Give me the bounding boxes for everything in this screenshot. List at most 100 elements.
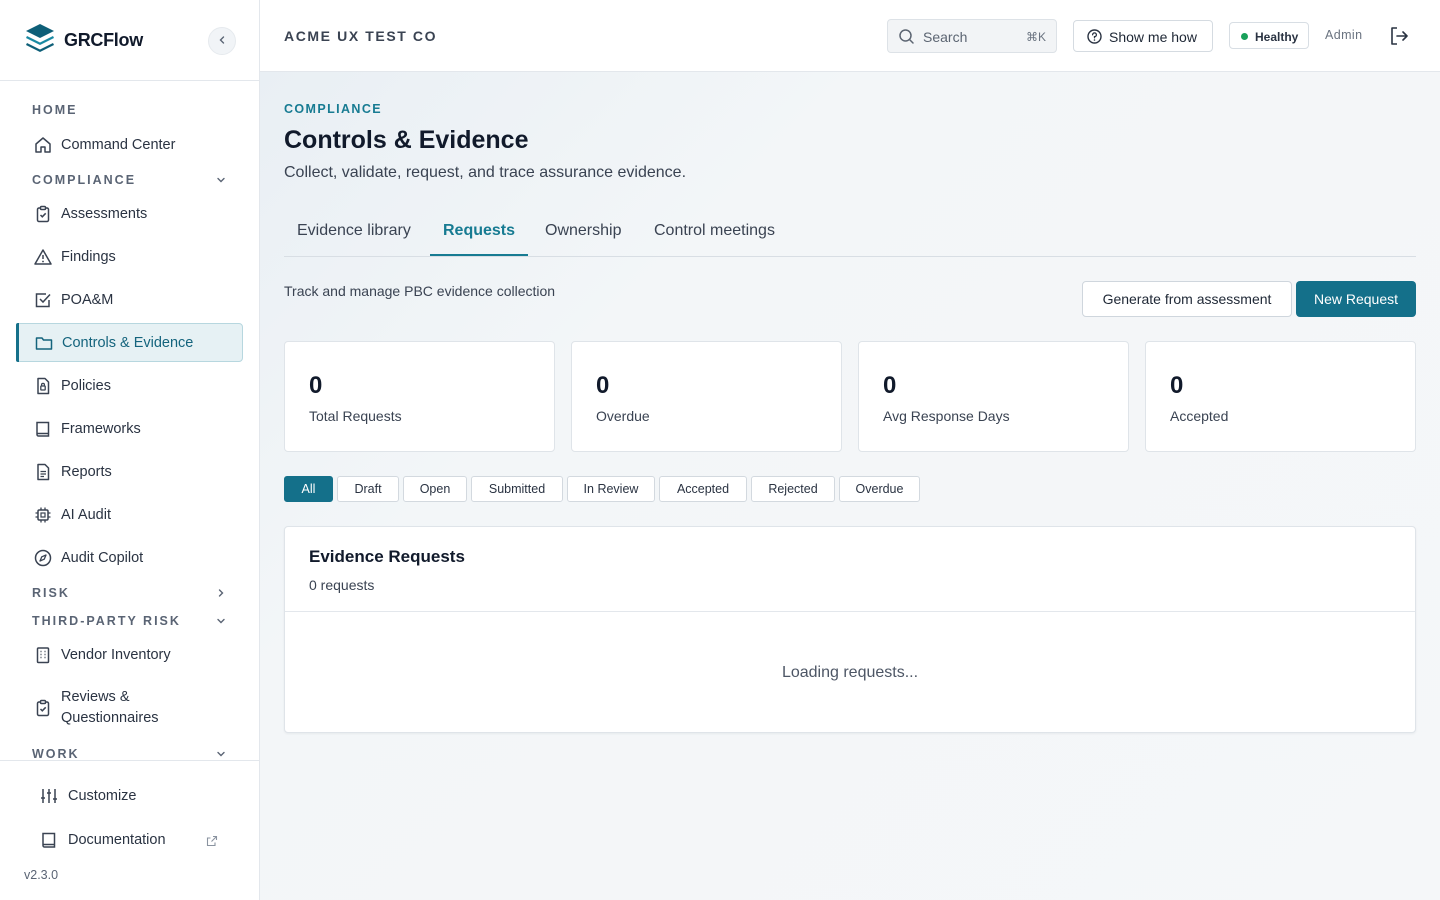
stat-label: Overdue xyxy=(596,408,650,424)
sidebar-item-audit-copilot[interactable]: Audit Copilot xyxy=(16,538,243,577)
sidebar-item-label: Reports xyxy=(61,463,112,480)
home-icon xyxy=(32,134,54,156)
section-work[interactable]: WORK xyxy=(32,747,80,760)
collapse-sidebar-button[interactable] xyxy=(208,27,236,55)
search-placeholder: Search xyxy=(923,29,968,45)
show-me-how-button[interactable]: Show me how xyxy=(1073,20,1213,52)
top-bar: ACME UX TEST CO Search ⌘K Show me how He… xyxy=(260,0,1440,72)
filter-rejected[interactable]: Rejected xyxy=(751,476,835,502)
sidebar-nav: HOME Command Center COMPLIANCE Assessmen… xyxy=(16,81,244,760)
filter-in-review[interactable]: In Review xyxy=(567,476,655,502)
filter-all[interactable]: All xyxy=(284,476,333,502)
tab-evidence-library[interactable]: Evidence library xyxy=(297,222,411,256)
checkbox-icon xyxy=(32,289,54,311)
sliders-icon xyxy=(38,785,60,807)
sidebar-item-label: Vendor Inventory xyxy=(61,646,171,663)
sidebar-item-findings[interactable]: Findings xyxy=(16,237,243,276)
brand-logo-icon[interactable] xyxy=(24,22,56,58)
sidebar-item-label: AI Audit xyxy=(61,506,111,523)
stat-card-total-requests: 0 Total Requests xyxy=(284,341,555,452)
sidebar-item-vendor-inventory[interactable]: Vendor Inventory xyxy=(16,635,243,674)
filter-accepted[interactable]: Accepted xyxy=(659,476,747,502)
sidebar-item-reviews-questionnaires[interactable]: Reviews & Questionnaires xyxy=(16,678,243,738)
compass-icon xyxy=(32,547,54,569)
policy-document-icon xyxy=(32,375,54,397)
book-icon xyxy=(32,418,54,440)
tab-ownership[interactable]: Ownership xyxy=(545,222,621,256)
stat-card-accepted: 0 Accepted xyxy=(1145,341,1416,452)
sidebar-item-frameworks[interactable]: Frameworks xyxy=(16,409,243,448)
tab-requests[interactable]: Requests xyxy=(430,222,529,256)
chevron-down-icon[interactable] xyxy=(214,173,228,187)
organization-name: ACME UX TEST CO xyxy=(284,28,438,44)
documentation-label: Documentation xyxy=(68,832,166,848)
help-circle-icon xyxy=(1086,28,1103,50)
panel-title: Evidence Requests xyxy=(309,547,465,566)
sidebar: GRCFlow HOME Command Center COMPLIANCE A… xyxy=(0,0,260,900)
loading-message: Loading requests... xyxy=(781,664,919,681)
sidebar-item-controls-evidence[interactable]: Controls & Evidence xyxy=(16,323,243,362)
user-role[interactable]: Admin xyxy=(1325,28,1362,42)
show-me-how-label: Show me how xyxy=(1109,29,1197,45)
filter-overdue[interactable]: Overdue xyxy=(839,476,920,502)
section-risk[interactable]: RISK xyxy=(32,586,70,600)
app-version: v2.3.0 xyxy=(24,868,59,882)
section-compliance[interactable]: COMPLIANCE xyxy=(32,173,136,187)
sidebar-item-label: Policies xyxy=(61,377,111,394)
page-subtitle: Collect, validate, request, and trace as… xyxy=(284,164,687,181)
request-count: 0 requests xyxy=(309,577,375,593)
report-icon xyxy=(32,461,54,483)
sidebar-item-reports[interactable]: Reports xyxy=(16,452,243,491)
customize-label: Customize xyxy=(68,788,137,804)
sidebar-item-command-center[interactable]: Command Center xyxy=(16,125,243,164)
stat-value: 0 xyxy=(596,372,610,399)
clipboard-check-icon xyxy=(32,697,54,719)
chip-icon xyxy=(32,504,54,526)
sidebar-footer: Customize Documentation v2.3.0 xyxy=(0,760,259,900)
stat-label: Accepted xyxy=(1170,408,1229,424)
search-shortcut: ⌘K xyxy=(1025,30,1046,44)
status-dot-icon xyxy=(1241,33,1248,40)
generate-from-assessment-button[interactable]: Generate from assessment xyxy=(1082,281,1292,317)
health-status: Healthy xyxy=(1255,30,1299,44)
external-link-icon xyxy=(206,834,218,852)
warning-triangle-icon xyxy=(32,246,54,268)
sidebar-item-assessments[interactable]: Assessments xyxy=(16,194,243,233)
filter-draft[interactable]: Draft xyxy=(337,476,399,502)
sidebar-item-label: Reviews & Questionnaires xyxy=(61,689,159,726)
filter-open[interactable]: Open xyxy=(403,476,467,502)
main-content: COMPLIANCE Controls & Evidence Collect, … xyxy=(260,72,1440,900)
sidebar-item-label: Assessments xyxy=(61,205,148,222)
clipboard-check-icon xyxy=(32,203,54,225)
brand-header: GRCFlow xyxy=(0,0,259,81)
filter-submitted[interactable]: Submitted xyxy=(471,476,563,502)
stat-label: Total Requests xyxy=(309,408,402,424)
sidebar-item-label: Frameworks xyxy=(61,420,141,437)
tab-control-meetings[interactable]: Control meetings xyxy=(654,222,775,256)
evidence-requests-panel: Evidence Requests 0 requests Loading req… xyxy=(284,526,1416,733)
stat-card-avg-response-days: 0 Avg Response Days xyxy=(858,341,1129,452)
book-icon xyxy=(38,829,60,851)
chevron-down-icon[interactable] xyxy=(214,747,228,760)
sidebar-item-ai-audit[interactable]: AI Audit xyxy=(16,495,243,534)
chevron-right-icon[interactable] xyxy=(214,586,228,600)
chevron-down-icon[interactable] xyxy=(214,614,228,628)
system-health-badge: Healthy xyxy=(1229,22,1309,49)
brand-name: GRCFlow xyxy=(64,30,143,50)
requests-description: Track and manage PBC evidence collection xyxy=(284,283,556,299)
sidebar-item-label: Command Center xyxy=(61,136,176,153)
sidebar-item-poam[interactable]: POA&M xyxy=(16,280,243,319)
stat-value: 0 xyxy=(309,372,323,399)
stat-label: Avg Response Days xyxy=(883,408,1010,424)
logout-button[interactable] xyxy=(1387,24,1411,48)
building-icon xyxy=(32,644,54,666)
page-title: Controls & Evidence xyxy=(284,126,529,154)
customize-button[interactable]: Customize xyxy=(24,777,234,815)
section-third-party-risk[interactable]: THIRD-PARTY RISK xyxy=(32,614,181,628)
sidebar-item-policies[interactable]: Policies xyxy=(16,366,243,405)
new-request-button[interactable]: New Request xyxy=(1296,281,1416,317)
folder-icon xyxy=(33,332,55,354)
logout-icon xyxy=(1387,27,1411,52)
search-input[interactable]: Search ⌘K xyxy=(887,19,1057,53)
documentation-link[interactable]: Documentation xyxy=(24,821,234,859)
